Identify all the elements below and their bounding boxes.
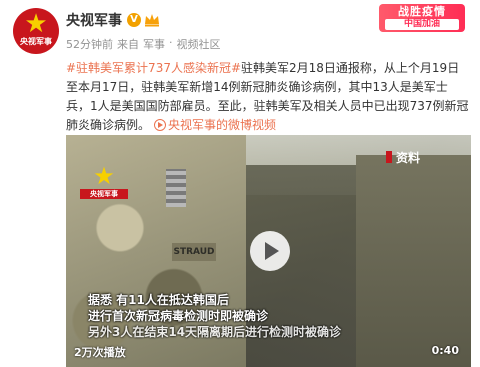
logo-caption: 央视军事	[80, 189, 128, 199]
video-frame-right	[356, 155, 471, 367]
subtitle-line2: 进行首次新冠病毒检测时即被确诊	[88, 309, 269, 323]
meta-separator: ·	[169, 36, 173, 49]
post-time: 52分钟前	[66, 38, 113, 51]
topic-link[interactable]: #驻韩美军累计737人感染新冠#	[66, 61, 241, 75]
source-tag-text: 资料	[396, 151, 421, 165]
verified-badge-icon: V	[127, 13, 141, 27]
account-name-row: 央视军事 V	[66, 10, 160, 30]
community-link[interactable]: 视频社区	[177, 36, 221, 52]
post-header: ★ 央视军事 央视军事 V 52分钟前 来自 军事 · 视频社区 战胜疫情 中国…	[0, 0, 480, 60]
video-play-icon	[154, 119, 167, 131]
flag-patch	[166, 169, 186, 207]
subtitle-line3: 另外3人在结束14天隔离期后进行检测时被确诊	[88, 325, 342, 339]
logo-star-icon: ★	[93, 162, 115, 190]
banner-line2: 中国加油	[385, 19, 459, 30]
subtitle-line1: 据悉 有11人在抵达韩国后	[88, 293, 229, 307]
post-text: #驻韩美军累计737人感染新冠#驻韩美军2月18日通报称，从上个月19日至本月1…	[66, 59, 471, 135]
name-tape: STRAUD	[172, 243, 216, 261]
account-name[interactable]: 央视军事	[66, 10, 122, 30]
source-tag: 资料	[386, 149, 420, 166]
star-icon: ★	[24, 9, 48, 39]
campaign-banner[interactable]: 战胜疫情 中国加油	[379, 4, 465, 32]
avatar-caption: 央视军事	[20, 37, 52, 46]
from-label: 来自	[117, 38, 139, 51]
video-duration: 0:40	[431, 344, 459, 357]
channel-logo: ★ 央视军事	[80, 162, 128, 199]
avatar[interactable]: ★ 央视军事	[13, 8, 59, 54]
source-tag-marker	[386, 151, 392, 163]
view-count: 2万次播放	[74, 346, 126, 359]
post-meta: 52分钟前 来自 军事 · 视频社区	[66, 36, 221, 52]
source-link[interactable]: 军事	[143, 36, 165, 52]
video-link[interactable]: 央视军事的微博视频	[168, 118, 276, 132]
play-button[interactable]	[250, 231, 290, 271]
banner-line1: 战胜疫情	[398, 5, 446, 18]
video-player[interactable]: STRAUD ★ 央视军事 资料 据悉 有11人在抵达韩国后 进行首次新冠病毒检…	[66, 135, 471, 367]
vip-crown-icon	[145, 14, 159, 27]
